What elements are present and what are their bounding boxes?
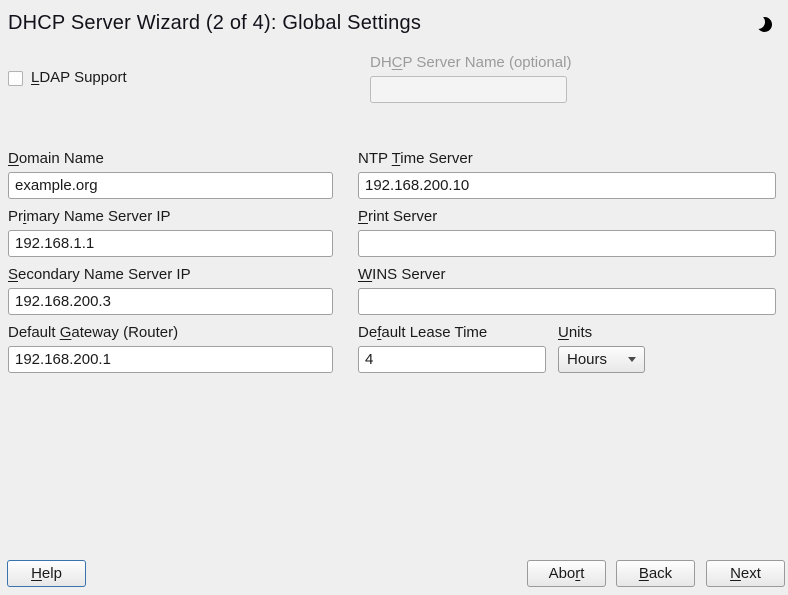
- back-button[interactable]: Back: [616, 560, 695, 587]
- help-button[interactable]: Help: [7, 560, 86, 587]
- ntp-server-input[interactable]: [358, 172, 776, 199]
- print-server-label: Print Server: [358, 208, 776, 226]
- units-label: Units: [558, 324, 592, 342]
- ntp-server-label: NTP Time Server: [358, 150, 776, 168]
- next-button[interactable]: Next: [706, 560, 785, 587]
- units-selected-value: Hours: [567, 351, 624, 368]
- chevron-down-icon: [628, 357, 636, 362]
- domain-name-input[interactable]: [8, 172, 333, 199]
- secondary-dns-label: Secondary Name Server IP: [8, 266, 333, 284]
- wins-server-label: WINS Server: [358, 266, 776, 284]
- default-gateway-input[interactable]: [8, 346, 333, 373]
- dhcp-server-name-input: [370, 76, 567, 103]
- dhcp-server-name-label: DHCP Server Name (optional): [370, 54, 567, 72]
- units-dropdown[interactable]: Hours: [558, 346, 645, 373]
- lease-time-input[interactable]: [358, 346, 546, 373]
- crescent-icon: [757, 17, 772, 32]
- secondary-dns-input[interactable]: [8, 288, 333, 315]
- lease-time-label: Default Lease Time: [358, 324, 546, 342]
- ldap-label: LDAP Support: [31, 69, 127, 87]
- default-gateway-label: Default Gateway (Router): [8, 324, 333, 342]
- primary-dns-input[interactable]: [8, 230, 333, 257]
- domain-name-label: Domain Name: [8, 150, 333, 168]
- print-server-input[interactable]: [358, 230, 776, 257]
- primary-dns-label: Primary Name Server IP: [8, 208, 333, 226]
- ldap-checkbox[interactable]: [8, 71, 23, 86]
- abort-button[interactable]: Abort: [527, 560, 606, 587]
- dhcp-wizard-window: DHCP Server Wizard (2 of 4): Global Sett…: [0, 0, 788, 595]
- wins-server-input[interactable]: [358, 288, 776, 315]
- page-title: DHCP Server Wizard (2 of 4): Global Sett…: [8, 12, 421, 35]
- ldap-support-row: LDAP Support: [8, 69, 127, 87]
